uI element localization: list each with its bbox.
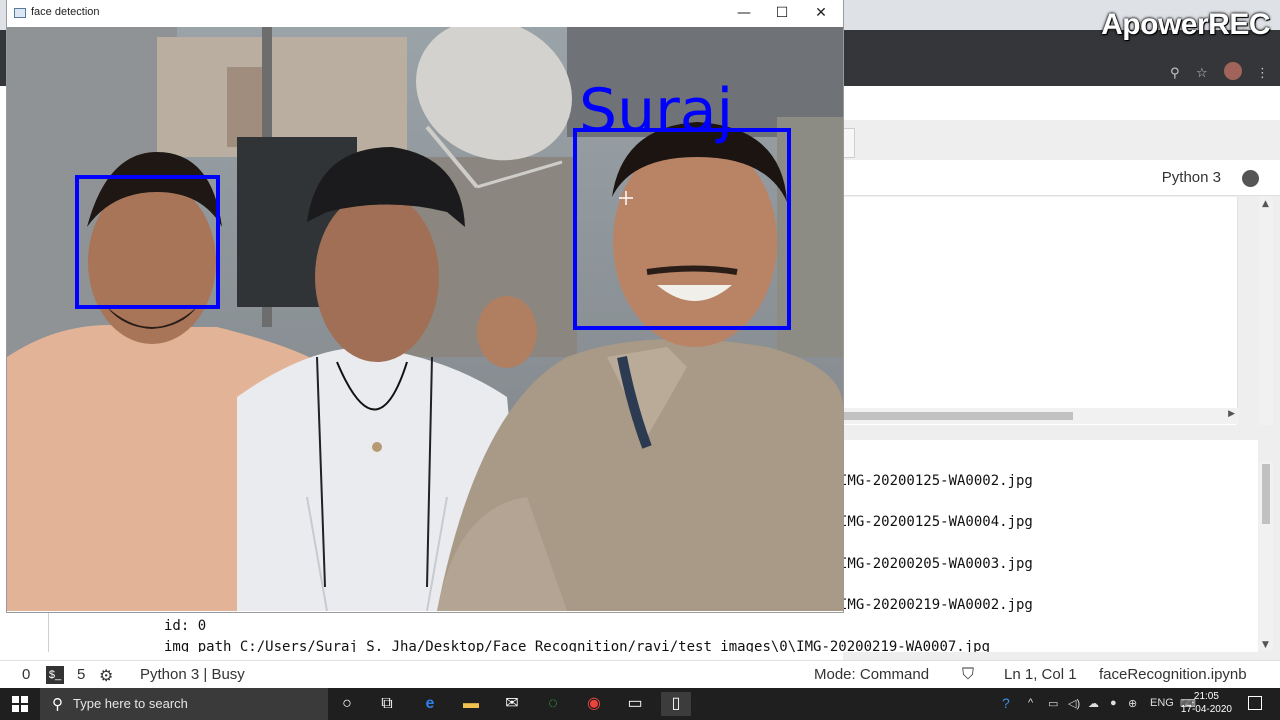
- close-button[interactable]: ✕: [802, 3, 840, 23]
- mic-icon[interactable]: ●: [1110, 697, 1117, 709]
- help-icon[interactable]: ?: [1002, 695, 1010, 711]
- terminal-app-icon[interactable]: ▭: [620, 692, 650, 716]
- onedrive-icon[interactable]: ☁: [1088, 697, 1099, 710]
- active-window-icon[interactable]: ▯: [661, 692, 691, 716]
- status-five[interactable]: 5: [77, 666, 85, 683]
- desktop: ⚲ ☆ ⋮ Python 3 ▶ ▲ IMG-20200125-WA0002.j…: [0, 0, 1280, 720]
- search-icon: ⚲: [52, 696, 63, 713]
- minimize-button[interactable]: —: [725, 3, 763, 23]
- scroll-up-icon[interactable]: ▲: [1262, 199, 1269, 209]
- window-titlebar[interactable]: face detection — ☐ ✕: [7, 0, 843, 27]
- clock-time: 21:05: [1193, 691, 1219, 702]
- mode-indicator: Mode: Command: [814, 666, 930, 683]
- kernel-gear-icon[interactable]: ⚙: [99, 666, 113, 686]
- bookmark-star-icon[interactable]: ☆: [1196, 66, 1208, 81]
- output-id-line: id: 0: [164, 618, 207, 634]
- zoom-icon[interactable]: ⚲: [1170, 66, 1180, 81]
- volume-icon[interactable]: ◁): [1068, 697, 1080, 710]
- status-bar: 0 $_ 5 ⚙ Python 3 | Busy Mode: Command ⛉…: [0, 660, 1280, 688]
- scroll-down-icon[interactable]: ▼: [1262, 640, 1269, 650]
- windows-start-icon[interactable]: [12, 696, 28, 712]
- recorder-watermark: ApowerREC: [1101, 8, 1270, 41]
- recorder-app-icon[interactable]: ◌: [538, 692, 568, 716]
- output-line: IMG-20200125-WA0002.jpg: [839, 473, 1033, 489]
- output-line: IMG-20200125-WA0004.jpg: [839, 514, 1033, 530]
- tray-chevron-icon[interactable]: ^: [1028, 697, 1033, 709]
- output-vertical-scrollbar[interactable]: ▼: [1259, 462, 1273, 650]
- network-icon[interactable]: ⊕: [1128, 697, 1137, 710]
- person-middle-face: [315, 192, 439, 362]
- kernel-name: Python 3: [1161, 169, 1221, 186]
- kernel-status[interactable]: Python 3 | Busy: [140, 666, 245, 683]
- edge-browser-icon[interactable]: e: [415, 692, 445, 716]
- language-indicator[interactable]: ENG: [1150, 697, 1174, 709]
- menu-dots-icon[interactable]: ⋮: [1256, 66, 1269, 81]
- mail-icon[interactable]: ✉: [497, 692, 527, 716]
- notebook-header: [843, 86, 1280, 120]
- search-placeholder: Type here to search: [73, 696, 188, 711]
- taskbar: ⚲ Type here to search ○ ⧉ e ▬ ✉ ◌ ◉ ▭ ▯ …: [0, 688, 1280, 720]
- clock[interactable]: 21:05 17-04-2020: [1181, 690, 1232, 716]
- video-frame: Suraj: [7, 27, 843, 611]
- output-line: IMG-20200219-WA0002.jpg: [839, 597, 1033, 613]
- output-path-line: img_path C:/Users/Suraj S. Jha/Desktop/F…: [164, 639, 991, 652]
- cortana-icon[interactable]: ○: [332, 692, 362, 716]
- notebook-tab-edge[interactable]: [843, 128, 855, 158]
- output-line: IMG-20200205-WA0003.jpg: [839, 556, 1033, 572]
- battery-icon[interactable]: ▭: [1048, 697, 1058, 710]
- scrollbar-thumb[interactable]: [843, 412, 1073, 420]
- task-view-icon[interactable]: ⧉: [372, 692, 402, 716]
- face-detection-window: face detection — ☐ ✕ Suraj: [7, 0, 843, 612]
- kernel-indicator-row: Python 3: [843, 160, 1280, 196]
- kernel-busy-icon: [1242, 170, 1259, 187]
- clock-date: 17-04-2020: [1180, 704, 1232, 715]
- window-title: face detection: [31, 6, 100, 18]
- cell-vertical-scrollbar[interactable]: ▲: [1259, 197, 1273, 425]
- taskbar-search[interactable]: ⚲ Type here to search: [40, 688, 328, 720]
- face-label: Suraj: [579, 76, 733, 146]
- scrollbar-thumb[interactable]: [1262, 464, 1270, 524]
- horizontal-scrollbar[interactable]: ▶: [843, 408, 1239, 424]
- status-zero[interactable]: 0: [22, 666, 30, 683]
- maximize-button[interactable]: ☐: [763, 3, 801, 23]
- scroll-right-icon[interactable]: ▶: [1228, 409, 1235, 419]
- notification-icon[interactable]: [1248, 696, 1262, 710]
- chrome-icon[interactable]: ◉: [579, 692, 609, 716]
- file-explorer-icon[interactable]: ▬: [456, 692, 486, 716]
- trusted-shield-icon[interactable]: ⛉: [962, 666, 974, 684]
- window-app-icon: [14, 8, 26, 18]
- profile-avatar[interactable]: [1224, 62, 1242, 80]
- terminal-icon[interactable]: $_: [46, 666, 64, 685]
- code-cell[interactable]: [843, 197, 1238, 425]
- camera-image: Suraj: [7, 27, 843, 611]
- notebook-filename: faceRecognition.ipynb: [1099, 666, 1247, 683]
- cursor-position: Ln 1, Col 1: [1004, 666, 1077, 683]
